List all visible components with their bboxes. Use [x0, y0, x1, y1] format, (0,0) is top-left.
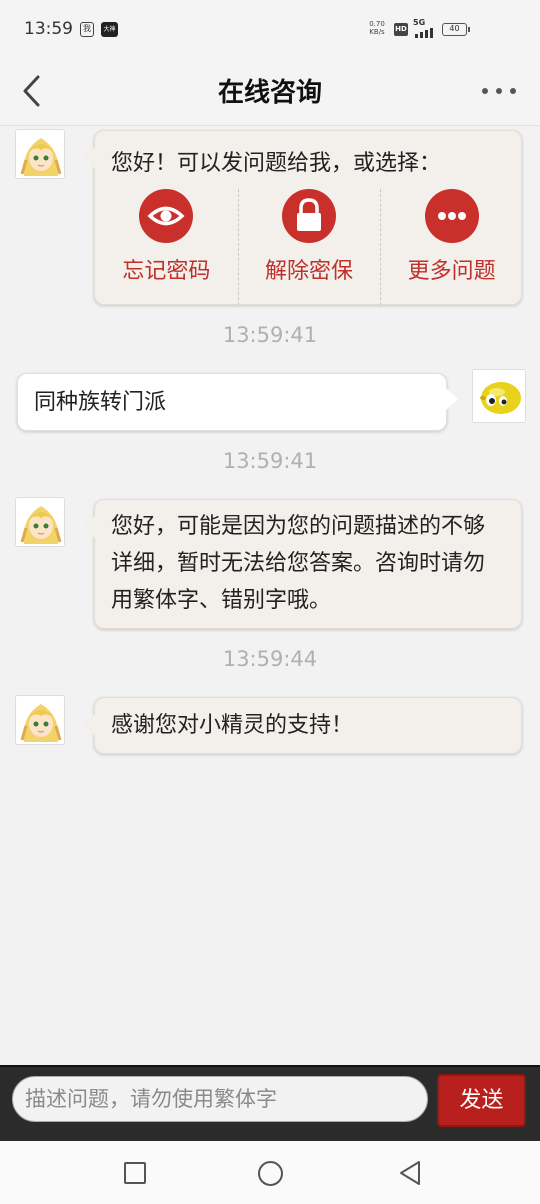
message-text: 您好，可能是因为您的问题描述的不够详细，暂时无法给您答案。咨询时请勿用繁体字、错… — [111, 514, 486, 613]
signal-icon — [415, 26, 437, 38]
bot-avatar — [15, 497, 65, 547]
bot-avatar — [15, 695, 65, 745]
bot-message-bubble: 您好，可能是因为您的问题描述的不够详细，暂时无法给您答案。咨询时请勿用繁体字、错… — [83, 499, 522, 629]
bot-message-bubble: 您好！可以发问题给我，或选择： 忘记密码 解除密保 更多问题 — [83, 130, 523, 305]
bot-avatar — [15, 129, 65, 179]
question-input[interactable] — [12, 1076, 428, 1122]
eye-icon — [139, 189, 194, 243]
app-notification-icon: 我 — [80, 22, 94, 37]
user-message-bubble: 同种族转门派 — [17, 373, 458, 431]
system-nav-bar — [0, 1141, 540, 1204]
lock-icon — [282, 189, 336, 243]
recents-icon[interactable] — [124, 1162, 146, 1184]
more-horizontal-icon[interactable] — [482, 86, 516, 96]
option-more-questions[interactable]: 更多问题 — [380, 189, 523, 305]
back-triangle-icon[interactable] — [397, 1159, 423, 1187]
chat-area[interactable]: 您好！可以发问题给我，或选择： 忘记密码 解除密保 更多问题 13:59:41 … — [0, 127, 540, 1065]
option-label: 解除密保 — [265, 259, 354, 284]
bot-message-bubble: 感谢您对小精灵的支持！ — [83, 697, 522, 754]
quick-options: 忘记密码 解除密保 更多问题 — [95, 189, 523, 305]
hd-icon: HD — [394, 23, 408, 36]
status-time: 13:59 — [24, 19, 73, 39]
message-timestamp: 13:59:41 — [222, 323, 318, 347]
message-text: 您好！可以发问题给我，或选择： — [111, 151, 442, 176]
battery-icon: 40 — [442, 23, 470, 36]
status-bar: 13:59 我 大神 0.70 KB/s HD 5G 40 — [0, 0, 540, 58]
home-icon[interactable] — [258, 1161, 283, 1186]
network-speed: 0.70 KB/s — [366, 20, 388, 36]
message-text: 同种族转门派 — [34, 390, 167, 415]
option-unbind-security[interactable]: 解除密保 — [237, 189, 381, 305]
user-avatar — [472, 369, 526, 423]
network-speed-unit: KB/s — [369, 28, 385, 36]
option-label: 更多问题 — [407, 259, 496, 284]
page-title: 在线咨询 — [217, 78, 322, 108]
message-timestamp: 13:59:44 — [222, 647, 318, 671]
input-bar: 发送 — [0, 1065, 540, 1141]
dashen-app-icon: 大神 — [101, 22, 118, 37]
option-label: 忘记密码 — [122, 259, 211, 284]
more-dots-icon — [424, 189, 479, 243]
send-button[interactable]: 发送 — [437, 1074, 526, 1127]
message-timestamp: 13:59:41 — [222, 449, 318, 473]
network-speed-value: 0.70 — [369, 20, 385, 28]
app-header: 在线咨询 — [0, 58, 540, 126]
message-text: 感谢您对小精灵的支持！ — [111, 713, 354, 738]
option-forgot-password[interactable]: 忘记密码 — [95, 189, 238, 305]
